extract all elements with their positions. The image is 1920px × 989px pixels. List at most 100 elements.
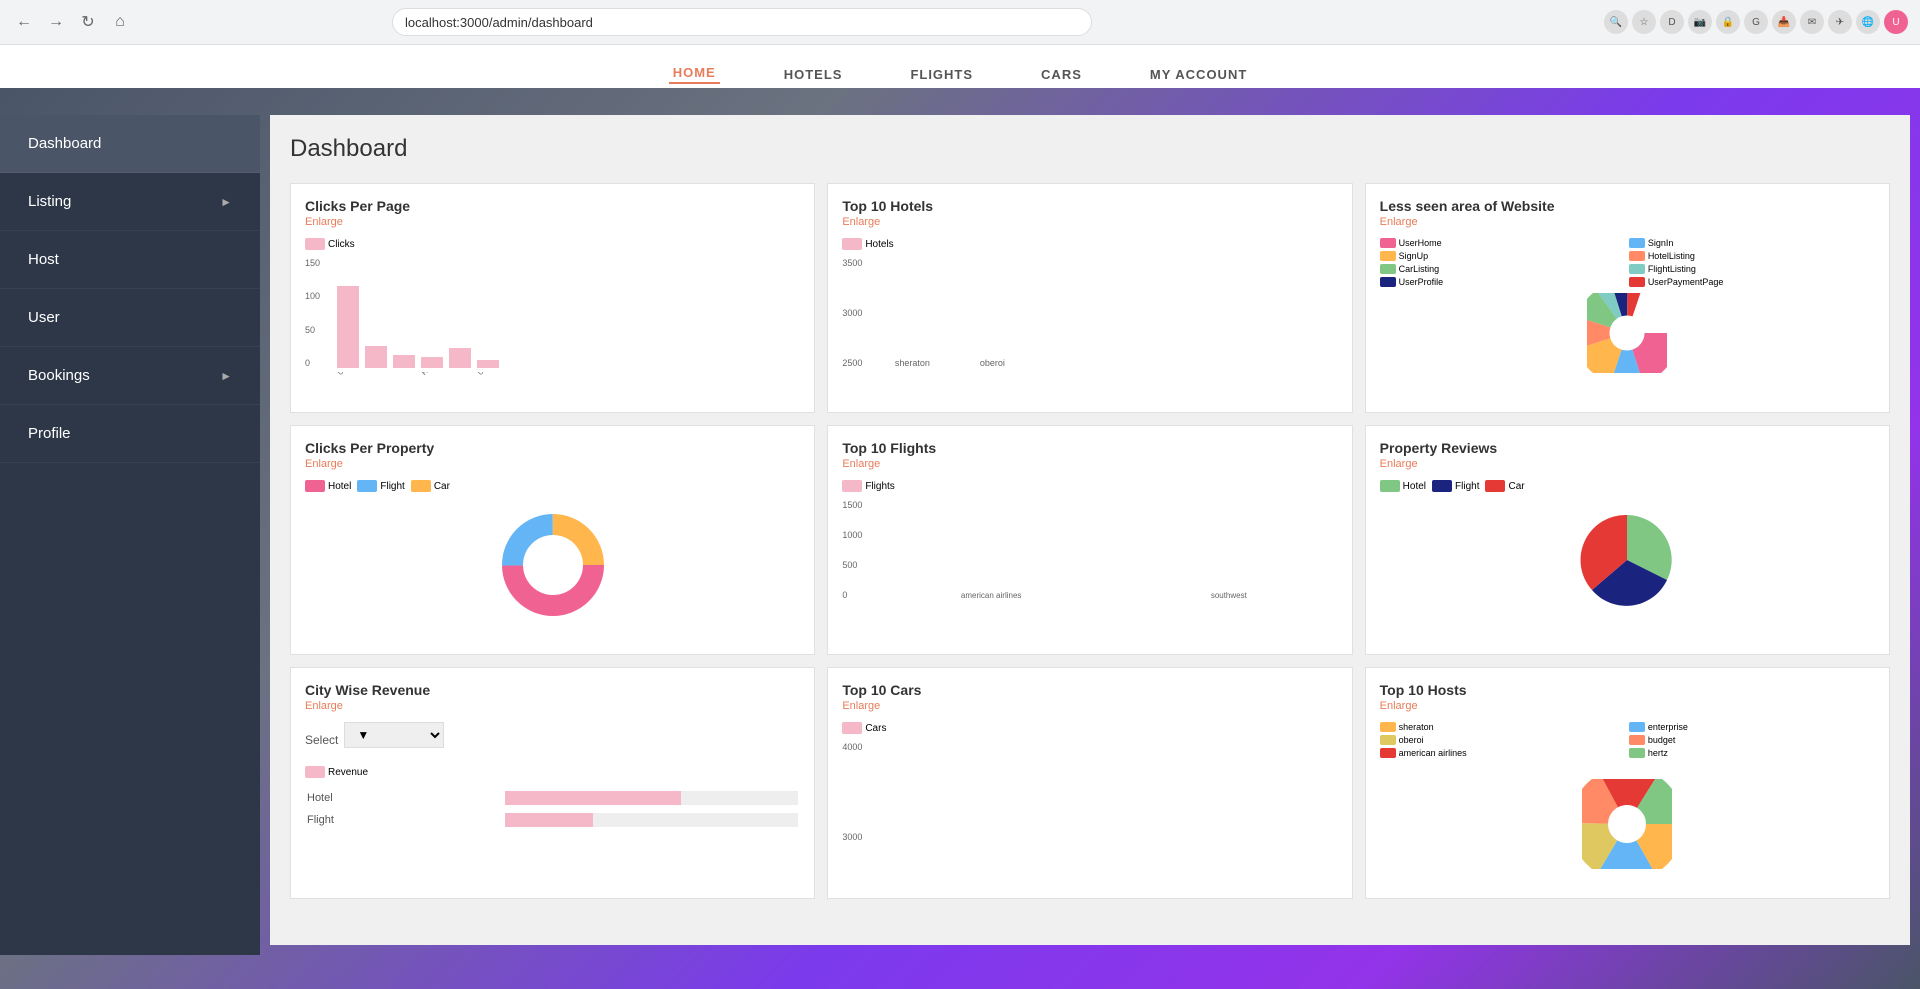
hotels-y-2500: 2500 [842,358,862,368]
star-icon[interactable]: ☆ [1632,10,1656,34]
sidebar-item-user[interactable]: User [0,289,260,347]
sidebar-label-bookings: Bookings [28,367,90,384]
color-hotel-prop [305,480,325,492]
revenue-legend: Revenue [305,766,800,778]
sidebar-item-bookings[interactable]: Bookings ► [0,347,260,405]
legend-carlisting: CarListing [1380,264,1626,274]
legend-budget-host: budget [1629,735,1875,745]
forward-button[interactable]: → [44,10,68,34]
label-userprofile: UserProfile [1399,277,1444,287]
card-clicks-per-property: Clicks Per Property Enlarge Hotel Flight… [290,425,815,655]
legend-sheraton-host: sheraton [1380,722,1626,732]
revenue-legend-item: Revenue [305,766,368,778]
address-bar[interactable]: localhost:3000/admin/dashboard [392,8,1092,36]
revenue-flight-label: Flight [307,810,503,830]
nav-home[interactable]: HOME [669,65,720,84]
less-seen-enlarge[interactable]: Enlarge [1380,216,1875,228]
revenue-row-flight: Flight [307,810,798,830]
home-button[interactable]: ⌂ [108,10,132,34]
hotels-y-3000: 3000 [842,308,862,318]
label-hotel-review: Hotel [1403,481,1426,492]
top-hotels-enlarge[interactable]: Enlarge [842,216,1337,228]
ext5-icon[interactable]: 📥 [1772,10,1796,34]
bar-4 [421,357,443,368]
x-label-userhome: UserHome [337,372,359,396]
hotels-color [842,238,862,250]
top-hosts-legend: sheraton enterprise oberoi budget [1380,722,1875,758]
oberoi-label: oberoi [980,358,1005,368]
nav-myaccount[interactable]: MY ACCOUNT [1146,67,1251,82]
legend-hotel-review: Hotel [1380,480,1426,492]
search-icon[interactable]: 🔍 [1604,10,1628,34]
top-hosts-enlarge[interactable]: Enlarge [1380,700,1875,712]
label-signup: SignUp [1399,251,1429,261]
clicks-per-page-enlarge[interactable]: Enlarge [305,216,800,228]
top-flights-title: Top 10 Flights [842,440,1337,456]
label-flightlisting: FlightListing [1648,264,1696,274]
clicks-property-enlarge[interactable]: Enlarge [305,458,800,470]
sidebar-item-listing[interactable]: Listing ► [0,173,260,231]
content-area: Dashboard Clicks Per Page Enlarge Clicks… [270,115,1910,945]
revenue-row-hotel: Hotel [307,788,798,808]
sidebar-item-dashboard[interactable]: Dashboard [0,115,260,173]
sidebar-label-host: Host [28,251,59,268]
legend-hotellisting: HotelListing [1629,251,1875,261]
color-hertz-host [1629,748,1645,758]
sidebar-label-profile: Profile [28,425,71,442]
card-less-seen: Less seen area of Website Enlarge UserHo… [1365,183,1890,413]
color-american-host [1380,748,1396,758]
property-legend: Hotel Flight Car [305,480,800,492]
cars-legend-item: Cars [842,722,886,734]
revenue-hotel-label: Hotel [307,788,503,808]
legend-signin: SignIn [1629,238,1875,248]
color-userprofile [1380,277,1396,287]
top-flights-enlarge[interactable]: Enlarge [842,458,1337,470]
ext2-icon[interactable]: 📷 [1688,10,1712,34]
sidebar: Dashboard Listing ► Host User Bookings ►… [0,115,260,955]
revenue-hotel-bar-cell [505,788,799,808]
revenue-color [305,766,325,778]
top-cars-title: Top 10 Cars [842,682,1337,698]
label-car-prop: Car [434,481,450,492]
x-label-hotellisting: HotelListing [421,372,443,396]
card-property-reviews: Property Reviews Enlarge Hotel Flight Ca… [1365,425,1890,655]
top-hosts-title: Top 10 Hosts [1380,682,1875,698]
property-reviews-enlarge[interactable]: Enlarge [1380,458,1875,470]
bookings-arrow-icon: ► [220,369,232,383]
main-layout: Dashboard Listing ► Host User Bookings ►… [0,105,1920,955]
cars-color [842,722,862,734]
legend-userprofile: UserProfile [1380,277,1626,287]
cars-y-4000: 4000 [842,742,862,752]
property-reviews-pie [1380,500,1875,620]
nav-cars[interactable]: CARS [1037,67,1086,82]
ext1-icon[interactable]: D [1660,10,1684,34]
ext3-icon[interactable]: 🔒 [1716,10,1740,34]
reload-button[interactable]: ↻ [76,10,100,34]
legend-flightlisting: FlightListing [1629,264,1875,274]
ext8-icon[interactable]: 🌐 [1856,10,1880,34]
legend-userhome: UserHome [1380,238,1626,248]
hotels-legend: Hotels [842,238,1337,250]
city-revenue-enlarge[interactable]: Enlarge [305,700,800,712]
back-button[interactable]: ← [12,10,36,34]
sidebar-item-profile[interactable]: Profile [0,405,260,463]
ext4-icon[interactable]: G [1744,10,1768,34]
nav-hotels[interactable]: HOTELS [780,67,847,82]
clicks-label: Clicks [328,239,355,250]
top-cars-enlarge[interactable]: Enlarge [842,700,1337,712]
sidebar-item-host[interactable]: Host [0,231,260,289]
color-oberoi-host [1380,735,1396,745]
ext7-icon[interactable]: ✈ [1828,10,1852,34]
legend-userpayment: UserPaymentPage [1629,277,1875,287]
flights-y-1500: 1500 [842,500,862,510]
nav-flights[interactable]: FLIGHTS [906,67,977,82]
color-sheraton-host [1380,722,1396,732]
account-icon[interactable]: U [1884,10,1908,34]
city-select[interactable]: ▼ [344,722,444,748]
card-top-10-hosts: Top 10 Hosts Enlarge sheraton enterprise… [1365,667,1890,899]
hotels-label: Hotels [865,239,893,250]
legend-american-host: american airlines [1380,748,1626,758]
ext6-icon[interactable]: ✉ [1800,10,1824,34]
browser-chrome: ← → ↻ ⌂ localhost:3000/admin/dashboard 🔍… [0,0,1920,45]
label-enterprise-host: enterprise [1648,722,1688,732]
